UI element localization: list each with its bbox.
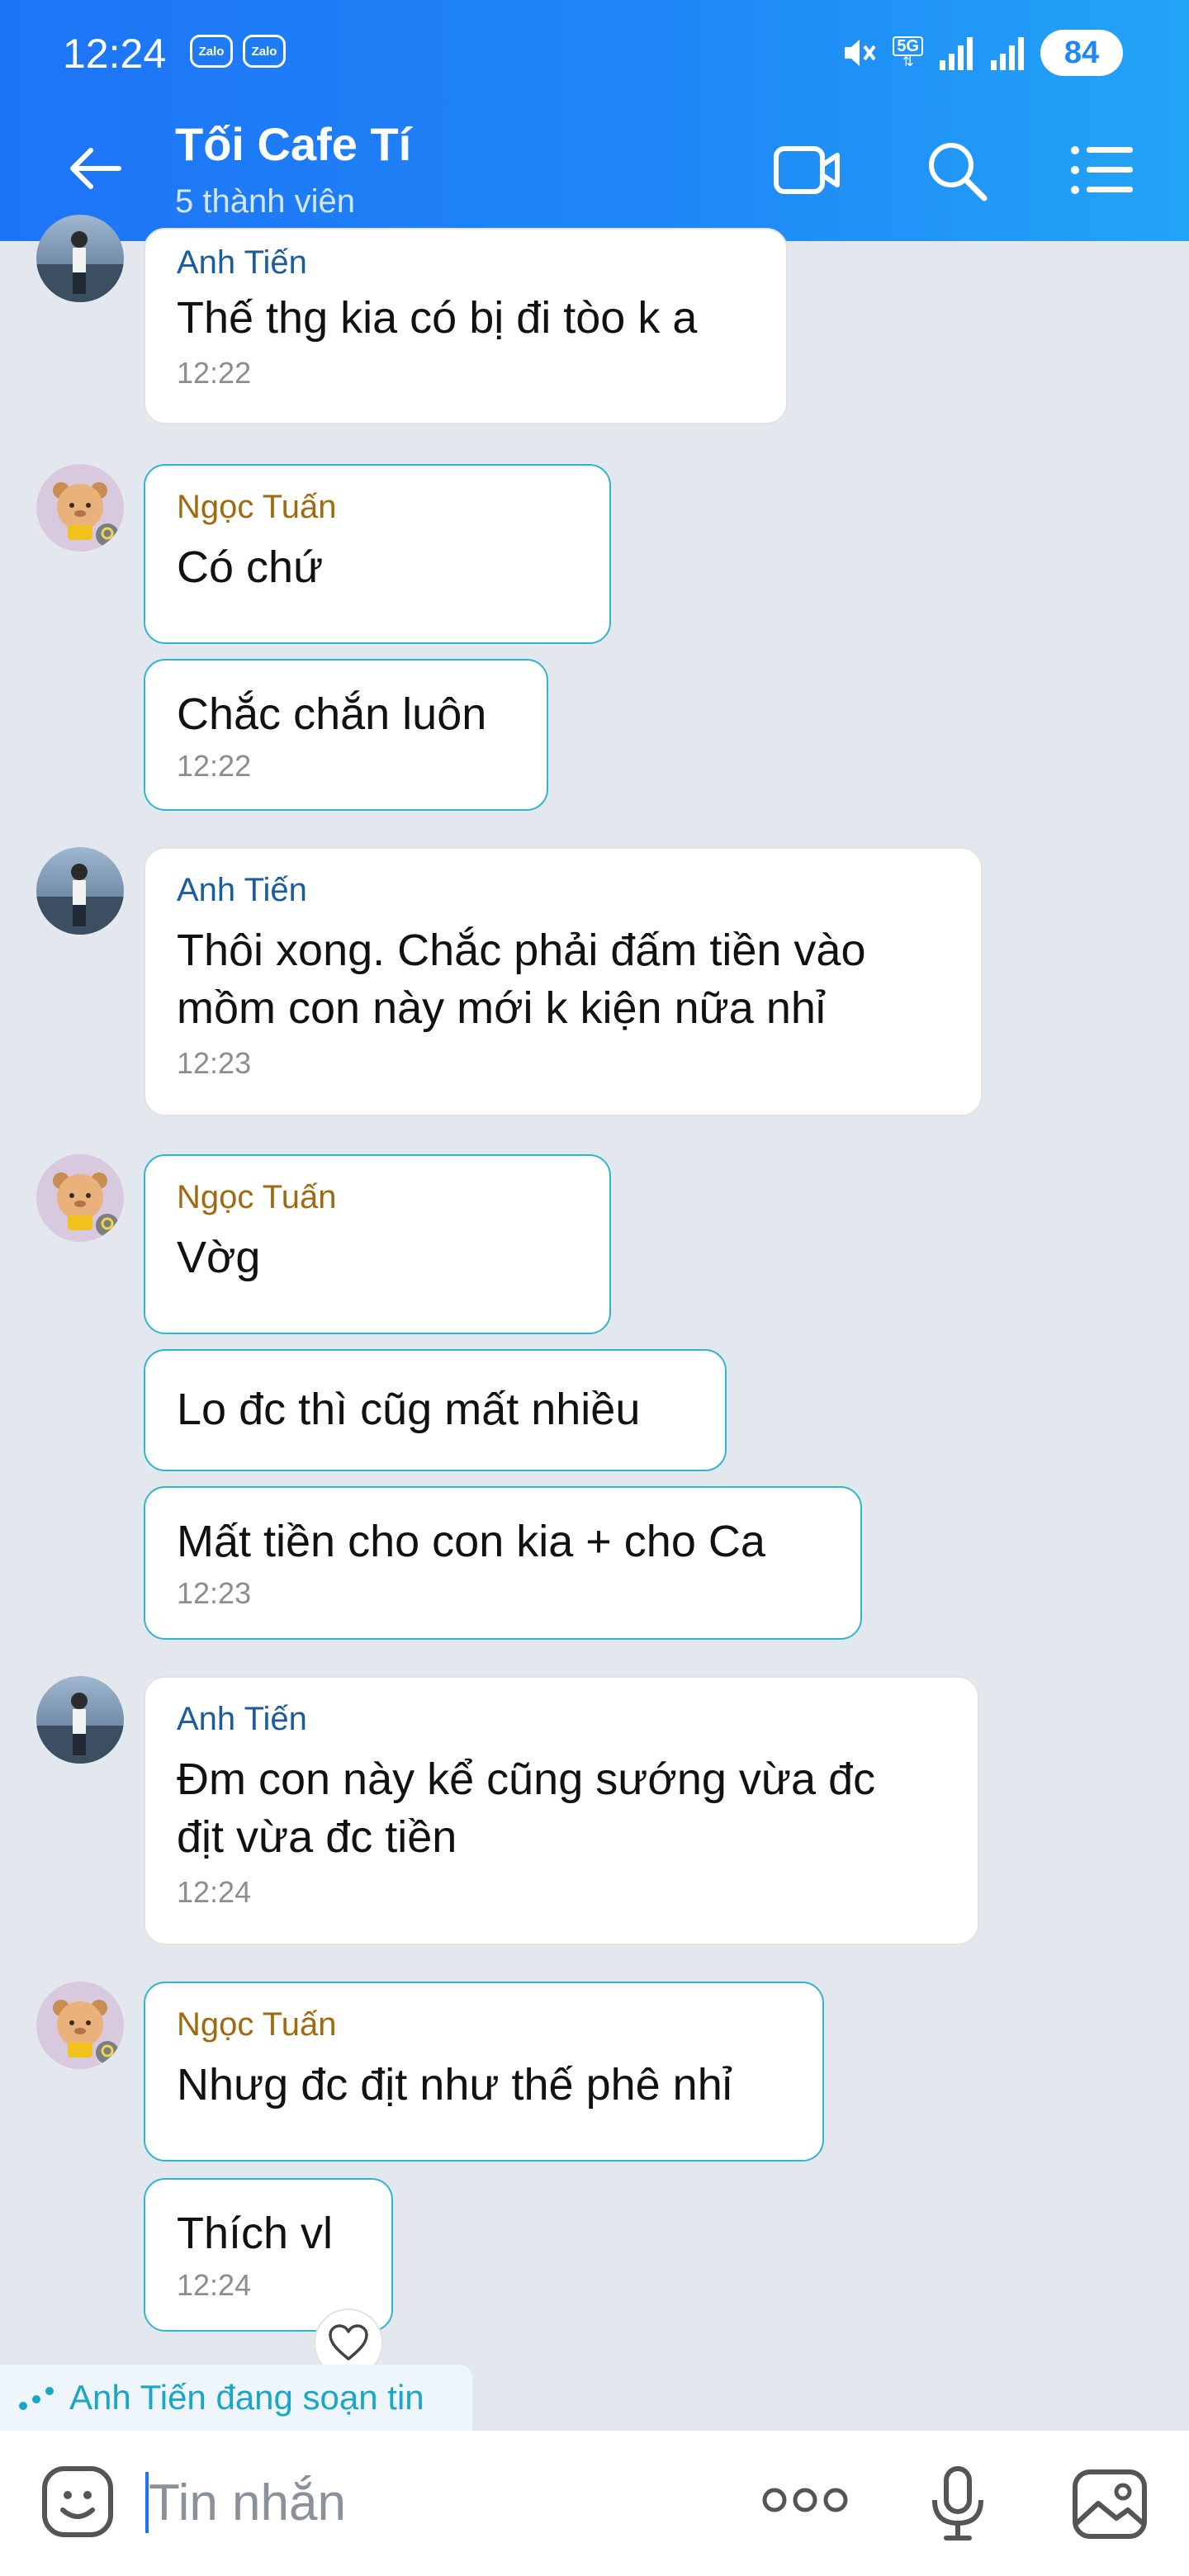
member-count[interactable]: 5 thành viên [175,183,355,220]
message-time: 12:24 [177,1875,252,1909]
message-bubble[interactable]: Anh Tiến Đm con này kể cũng sướng vừa đc… [144,1676,979,1945]
heart-icon [329,2324,368,2361]
menu-icon[interactable] [1067,137,1138,203]
sender-name: Anh Tiến [177,872,307,908]
search-icon[interactable] [921,137,992,203]
mute-icon [845,40,876,66]
message-text: Có chứ [177,542,324,592]
avatar[interactable] [36,215,124,302]
bear-avatar-icon [53,2000,119,2064]
bear-avatar-icon [53,482,119,547]
message-text: Chắc chắn luôn [177,689,487,739]
message-input-bar: Tin nhắn [0,2431,1189,2576]
sender-name: Ngọc Tuấn [177,2006,337,2043]
message-text: Lo đc thì cũg mất nhiều [177,1385,641,1434]
message-time: 12:23 [177,1576,252,1610]
message-bubble[interactable]: Ngọc Tuấn Vờg [144,1154,611,1334]
message-text: Thôi xong. Chắc phải đấm tiền vào mồm co… [177,926,866,1033]
sender-name: Anh Tiến [177,1701,307,1737]
microphone-icon[interactable] [926,2464,989,2543]
network-indicator: 5G ⇅ [893,36,923,69]
avatar[interactable] [36,847,124,935]
message-time: 12:22 [177,749,252,783]
chat-header: 12:24 Zalo Zalo 5G ⇅ 84 Tối Cafe Tí 5 th… [0,0,1189,241]
message-bubble[interactable]: Anh Tiến Thôi xong. Chắc phải đấm tiền v… [144,847,983,1116]
typing-dots-icon [19,2387,54,2410]
message-time: 12:24 [177,2268,252,2302]
message-time: 12:23 [177,1046,252,1080]
message-text: Thế thg kia có bị đi tòo k a [177,293,698,343]
more-options-icon[interactable] [760,2484,850,2517]
person-avatar-icon [36,864,124,935]
message-bubble[interactable]: Ngọc Tuấn Nhưg đc địt như thế phê nhỉ [144,1982,824,2162]
typing-indicator: Anh Tiến đang soạn tin [0,2365,472,2431]
sender-name: Anh Tiến [177,244,307,281]
avatar[interactable] [36,1154,124,1242]
message-time: 12:22 [177,356,252,390]
message-text: Đm con này kể cũng sướng vừa đc địt vừa … [177,1754,876,1862]
message-text: Vờg [177,1233,261,1282]
bear-avatar-icon [53,1172,119,1237]
message-input[interactable]: Tin nhắn [149,2474,346,2532]
zalo-notification-icon: Zalo [243,35,286,68]
message-bubble[interactable]: Chắc chắn luôn 12:22 [144,659,548,811]
zalo-notification-icon: Zalo [190,35,233,68]
battery-indicator: 84 [1040,30,1123,76]
sender-name: Ngọc Tuấn [177,1179,337,1215]
status-icons: 5G ⇅ 84 [840,28,1123,78]
message-text: Mất tiền cho con kia + cho Ca [177,1517,765,1566]
message-bubble[interactable]: Lo đc thì cũg mất nhiều [144,1349,727,1471]
video-call-icon[interactable] [771,137,842,203]
avatar[interactable] [36,464,124,552]
message-bubble[interactable]: Mất tiền cho con kia + cho Ca 12:23 [144,1486,862,1640]
status-time: 12:24 [63,31,167,77]
signal-icon [991,37,1024,70]
avatar[interactable] [36,1676,124,1764]
message-text: Nhưg đc địt như thế phê nhỉ [177,2060,732,2110]
person-avatar-icon [36,1693,124,1764]
message-bubble[interactable]: Ngọc Tuấn Có chứ [144,464,611,644]
chat-title[interactable]: Tối Cafe Tí [175,117,411,171]
back-arrow-icon[interactable] [66,139,126,198]
avatar[interactable] [36,1982,124,2069]
sender-name: Ngọc Tuấn [177,489,337,525]
sticker-icon[interactable] [40,2464,116,2540]
signal-icon [940,37,973,70]
image-gallery-icon[interactable] [1070,2467,1149,2541]
typing-text: Anh Tiến đang soạn tin [69,2378,424,2417]
network-type: 5G [893,36,923,56]
message-bubble[interactable]: Anh Tiến Thế thg kia có bị đi tòo k a 12… [144,228,788,424]
person-avatar-icon [36,231,124,302]
message-text: Thích vl [177,2209,334,2258]
